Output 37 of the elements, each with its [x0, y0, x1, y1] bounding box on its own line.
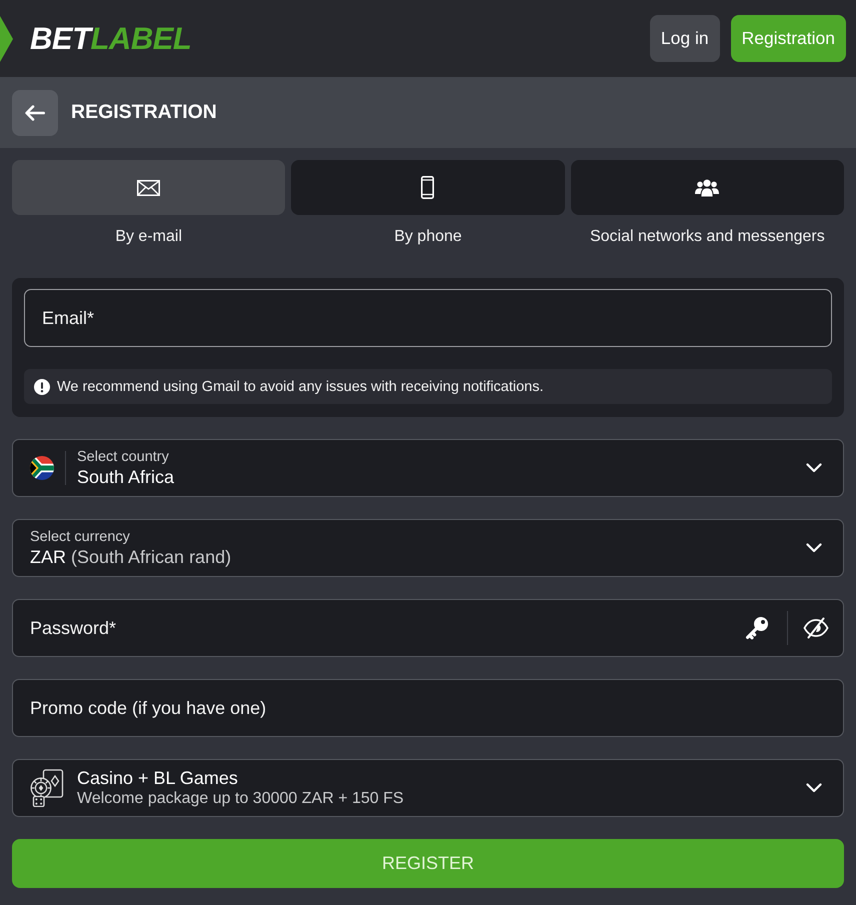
currency-select[interactable]: Select currency ZAR (South African rand)	[12, 519, 844, 577]
promo-code-field[interactable]: Promo code (if you have one)	[12, 679, 844, 737]
notice-text: We recommend using Gmail to avoid any issues with receiving notifications.	[57, 378, 544, 394]
logo[interactable]: BETLABEL	[30, 23, 192, 54]
currency-code: ZAR	[30, 546, 66, 568]
chevron-icon	[0, 16, 13, 62]
flag-icon	[30, 456, 54, 480]
phone-icon	[421, 176, 434, 199]
eye-slash-icon[interactable]	[803, 617, 829, 639]
login-button[interactable]: Log in	[650, 15, 720, 62]
registration-method-tab[interactable]	[291, 160, 565, 215]
chevron-down-icon	[806, 783, 822, 793]
casino-chip-cards-icon	[30, 769, 64, 807]
tab-label: Social networks and messengers	[590, 227, 825, 247]
registration-method-tab[interactable]	[570, 160, 844, 215]
bonus-select[interactable]: Casino + BL Games Welcome package up to 30000 ZAR + 150 FS	[12, 759, 844, 817]
select-label: Select country	[77, 448, 169, 466]
page-title: REGISTRATION	[71, 101, 217, 124]
bonus-description: Welcome package up to 30000 ZAR + 150 FS	[77, 789, 404, 809]
tab-label: By phone	[394, 227, 462, 247]
currency-name: (South African rand)	[71, 546, 232, 568]
key-icon	[745, 616, 769, 640]
select-label: Select currency	[30, 528, 130, 546]
registration-method-tab[interactable]	[12, 160, 286, 215]
password-field[interactable]: Password*	[12, 599, 844, 657]
arrow-left-icon	[25, 104, 45, 120]
country-select[interactable]: Select country South Africa	[12, 439, 844, 497]
select-value: South Africa	[77, 466, 174, 488]
alert-icon	[34, 378, 50, 394]
people-icon	[695, 178, 720, 196]
tab-label: By e-mail	[115, 227, 182, 247]
back-button[interactable]	[12, 90, 58, 136]
chevron-down-icon	[806, 543, 822, 553]
email-field[interactable]: Email*	[24, 289, 832, 347]
envelope-icon	[137, 180, 160, 196]
bonus-title: Casino + BL Games	[77, 767, 238, 789]
chevron-down-icon	[806, 463, 822, 473]
